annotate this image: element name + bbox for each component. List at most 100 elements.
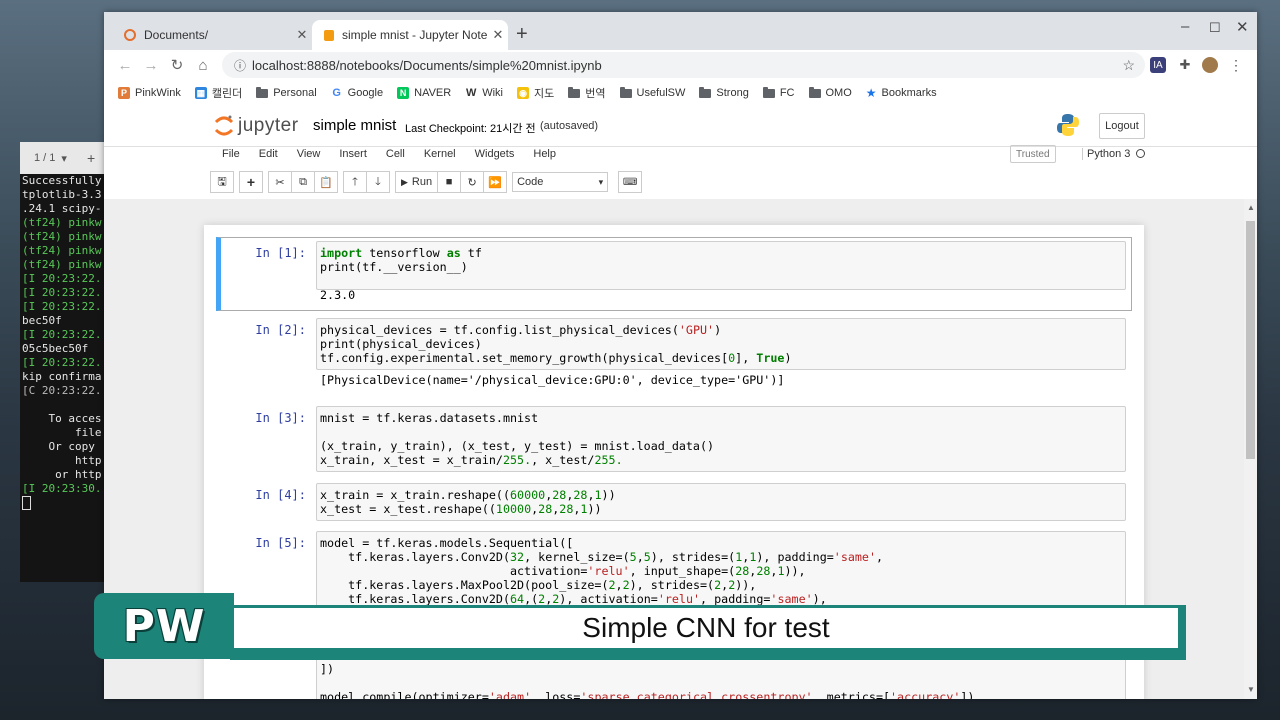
code-editor[interactable]: physical_devices = tf.config.list_physic… bbox=[316, 318, 1126, 370]
terminal-page-indicator: 1 / 1 bbox=[34, 152, 56, 164]
jupyter-logo[interactable]: jupyter bbox=[214, 114, 299, 138]
tab-documents[interactable]: Documents/ ✕ bbox=[112, 20, 312, 50]
tab-simple-mnist[interactable]: simple mnist - Jupyter Notebo ✕ bbox=[312, 20, 508, 50]
code-line: mnist = tf.keras.datasets.mnist bbox=[320, 411, 539, 425]
code-line: model = tf.keras.models.Sequential([ bbox=[320, 536, 574, 550]
menu-help[interactable]: Help bbox=[533, 148, 556, 160]
bookmark-11[interactable]: OMO bbox=[808, 86, 852, 99]
terminal-line: tplotlib-3.3 bbox=[22, 188, 102, 201]
notebook-toolbar: 🖫 + ✂ ⧉ 📋 🡑 🡓 ▶ Run ■ ↻ ⏩ Code ▾ ⌨ bbox=[210, 171, 647, 193]
terminal-line: Or copy bbox=[22, 440, 102, 453]
code-editor[interactable]: mnist = tf.keras.datasets.mnist (x_train… bbox=[316, 406, 1126, 472]
add-icon[interactable]: + bbox=[87, 150, 95, 166]
terminal-line: (tf24) pinkw bbox=[22, 258, 102, 271]
terminal-line: http bbox=[22, 454, 102, 467]
scroll-down-icon[interactable]: ▼ bbox=[1247, 685, 1255, 694]
code-cell[interactable]: In [4]: x_train = x_train.reshape((60000,… bbox=[216, 480, 1128, 522]
bookmark-label: NAVER bbox=[414, 87, 452, 99]
code-cell[interactable]: In [3]: mnist = tf.keras.datasets.mnist (… bbox=[216, 403, 1128, 473]
bookmark-1[interactable]: ▦ 캘린더 bbox=[194, 85, 242, 101]
insert-cell-icon[interactable]: + bbox=[239, 171, 263, 193]
new-tab-icon[interactable]: + bbox=[516, 23, 528, 46]
menu-kernel[interactable]: Kernel bbox=[424, 148, 456, 160]
move-up-icon[interactable]: 🡑 bbox=[343, 171, 367, 193]
extensions-puzzle-icon[interactable]: ✚ bbox=[1177, 57, 1193, 73]
bookmark-2[interactable]: Personal bbox=[256, 86, 317, 99]
restart-icon[interactable]: ↻ bbox=[461, 171, 485, 193]
notebook-tab-icon bbox=[324, 29, 334, 41]
run-button[interactable]: ▶ Run bbox=[395, 171, 439, 193]
bookmark-star-icon[interactable]: ☆ bbox=[1122, 57, 1135, 74]
scrollbar-thumb[interactable] bbox=[1246, 221, 1255, 459]
menu-file[interactable]: File bbox=[222, 148, 240, 160]
bookmark-10[interactable]: FC bbox=[762, 86, 795, 99]
ia-extension-icon[interactable]: IA bbox=[1150, 57, 1166, 73]
profile-avatar[interactable] bbox=[1202, 57, 1218, 73]
move-down-icon[interactable]: 🡓 bbox=[367, 171, 390, 193]
trusted-badge[interactable]: Trusted bbox=[1010, 145, 1056, 163]
bookmark-4[interactable]: N NAVER bbox=[397, 87, 451, 99]
fast-forward-icon[interactable]: ⏩ bbox=[484, 171, 508, 193]
logout-button[interactable]: Logout bbox=[1099, 113, 1145, 139]
terminal-line: Successfully bbox=[22, 174, 102, 187]
terminal-line: (tf24) pinkw bbox=[22, 230, 102, 243]
home-icon[interactable]: ⌂ bbox=[190, 57, 216, 74]
bookmark-label: Strong bbox=[716, 87, 749, 99]
close-tab-icon[interactable]: ✕ bbox=[292, 27, 312, 43]
terminal-line: 05c5bec50f bbox=[22, 342, 89, 355]
menu-edit[interactable]: Edit bbox=[259, 148, 278, 160]
jupyter-logo-icon bbox=[214, 115, 234, 136]
bookmark-0[interactable]: P PinkWink bbox=[118, 87, 181, 99]
bookmark-5[interactable]: W Wiki bbox=[465, 87, 503, 99]
bookmark-3[interactable]: G Google bbox=[330, 87, 383, 99]
notebook-name[interactable]: simple mnist bbox=[313, 117, 396, 134]
terminal-line: [I 20:23:22. bbox=[22, 286, 102, 299]
bookmark-12[interactable]: ★ Bookmarks bbox=[866, 86, 937, 100]
bookmark-label: Wiki bbox=[482, 87, 503, 99]
calendar-icon: ▦ bbox=[194, 87, 207, 99]
info-icon[interactable]: ⓘ bbox=[228, 57, 252, 74]
minimize-icon[interactable]: – bbox=[1181, 18, 1189, 35]
terminal-line: or http bbox=[22, 468, 102, 481]
address-bar[interactable]: ⓘ localhost:8888/notebooks/Documents/sim… bbox=[222, 52, 1145, 78]
bookmark-8[interactable]: UsefulSW bbox=[619, 86, 685, 99]
stop-icon[interactable]: ■ bbox=[438, 171, 462, 193]
menu-cell[interactable]: Cell bbox=[386, 148, 405, 160]
code-cell[interactable]: In [2]: physical_devices = tf.config.list… bbox=[216, 315, 1128, 399]
back-icon[interactable]: ← bbox=[112, 57, 138, 74]
vertical-scrollbar[interactable]: ▲ ▼ bbox=[1244, 199, 1257, 699]
code-cell[interactable]: In [1]: import tensorflow as tf print(tf._… bbox=[216, 237, 1132, 311]
input-prompt: In [2]: bbox=[255, 323, 306, 337]
bookmark-6[interactable]: ◉ 지도 bbox=[517, 85, 554, 101]
keyboard-icon[interactable]: ⌨ bbox=[618, 171, 643, 193]
code-line: x_train, x_test = x_train/255., x_test/2… bbox=[320, 453, 623, 467]
bookmark-label: 번역 bbox=[585, 88, 606, 100]
kernel-name[interactable]: Python 3 bbox=[1082, 148, 1130, 160]
naver-icon: N bbox=[397, 87, 410, 99]
code-editor[interactable]: import tensorflow as tf print(tf.__versio… bbox=[316, 241, 1126, 290]
menu-insert[interactable]: Insert bbox=[339, 148, 367, 160]
close-tab-icon[interactable]: ✕ bbox=[488, 27, 508, 43]
paste-icon[interactable]: 📋 bbox=[315, 171, 338, 193]
save-icon[interactable]: 🖫 bbox=[210, 171, 234, 193]
more-menu-icon[interactable]: ⋮ bbox=[1228, 57, 1244, 73]
tab-title: Documents/ bbox=[144, 28, 209, 42]
scroll-up-icon[interactable]: ▲ bbox=[1247, 203, 1255, 212]
terminal-line: (tf24) pinkw bbox=[22, 244, 102, 257]
reload-icon[interactable]: ↻ bbox=[164, 56, 190, 74]
close-window-icon[interactable]: ✕ bbox=[1236, 18, 1249, 36]
menu-view[interactable]: View bbox=[297, 148, 321, 160]
bookmark-7[interactable]: 번역 bbox=[568, 85, 606, 101]
maximize-icon[interactable]: ☐ bbox=[1209, 20, 1221, 36]
menu-widgets[interactable]: Widgets bbox=[475, 148, 515, 160]
code-editor[interactable]: x_train = x_train.reshape((60000,28,28,1… bbox=[316, 483, 1126, 521]
bookmark-9[interactable]: Strong bbox=[699, 86, 749, 99]
jupyter-wordmark: jupyter bbox=[238, 115, 299, 136]
cell-type-select[interactable]: Code ▾ bbox=[512, 172, 609, 192]
copy-icon[interactable]: ⧉ bbox=[292, 171, 315, 193]
cut-icon[interactable]: ✂ bbox=[268, 171, 292, 193]
bookmark-label: OMO bbox=[825, 87, 852, 99]
forward-icon[interactable]: → bbox=[138, 57, 164, 74]
bookmark-label: FC bbox=[779, 87, 795, 99]
chevron-down-icon[interactable]: ▾ bbox=[61, 152, 67, 165]
